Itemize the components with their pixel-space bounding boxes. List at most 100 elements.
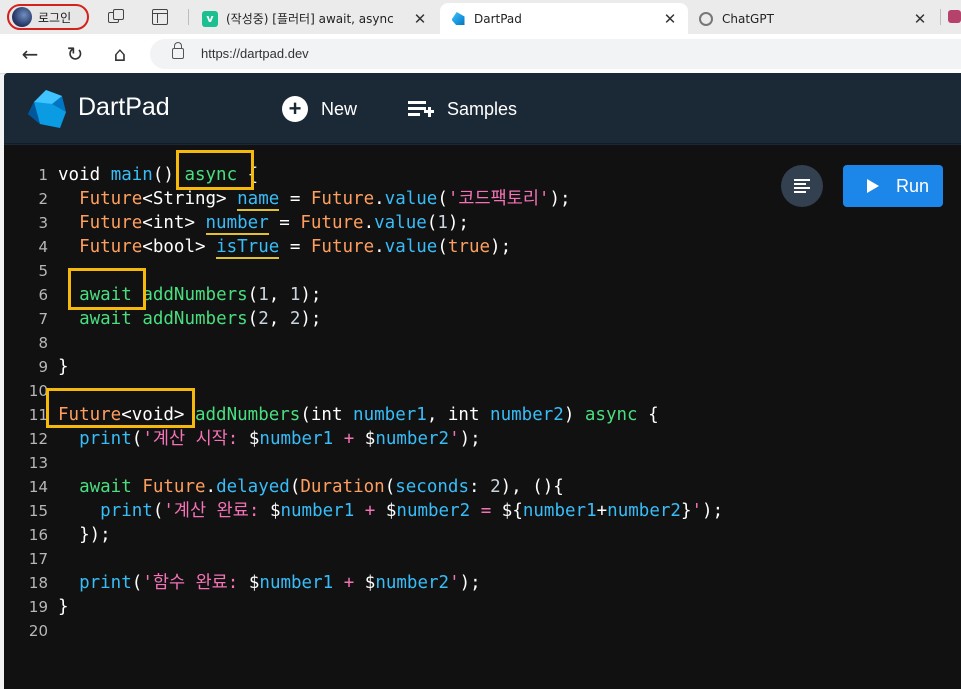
code-token: ' bbox=[449, 573, 460, 593]
line-number: 2 bbox=[38, 190, 48, 208]
code-token: name bbox=[237, 189, 280, 211]
line-content: print('계산 시작: $number1 + $number2'); bbox=[58, 427, 481, 451]
lock-icon[interactable] bbox=[172, 42, 184, 59]
code-token: ( bbox=[131, 429, 143, 449]
code-token: 2 bbox=[490, 477, 501, 497]
code-token: int bbox=[447, 405, 480, 425]
code-token: ); bbox=[490, 237, 512, 257]
add-circle-icon: + bbox=[282, 96, 308, 122]
tab-chatgpt[interactable]: ChatGPT ✕ bbox=[688, 3, 938, 34]
code-token: 1 bbox=[437, 213, 448, 233]
back-arrow-icon[interactable]: ← bbox=[18, 42, 42, 66]
profile-label: 로그인 bbox=[38, 10, 72, 25]
workspaces-icon[interactable] bbox=[108, 9, 124, 25]
code-token: print bbox=[100, 501, 153, 521]
line-number: 15 bbox=[28, 502, 48, 520]
line-number: 8 bbox=[38, 334, 48, 352]
code-editor[interactable]: 1 void main() async {2 Future<String> nam… bbox=[4, 145, 961, 689]
code-token: 2 bbox=[289, 309, 301, 329]
avatar bbox=[12, 7, 32, 27]
line-number: 3 bbox=[38, 214, 48, 232]
code-token: } bbox=[58, 357, 69, 377]
close-icon[interactable]: ✕ bbox=[910, 10, 930, 28]
code-token: seconds bbox=[395, 477, 469, 497]
tab-title: DartPad bbox=[474, 11, 522, 26]
line-number: 6 bbox=[38, 286, 48, 304]
url-text[interactable]: https://dartpad.dev bbox=[201, 46, 309, 61]
line-number: 9 bbox=[38, 358, 48, 376]
code-token: number1 bbox=[259, 573, 334, 593]
code-token: void bbox=[58, 165, 111, 185]
code-token: async bbox=[184, 165, 238, 185]
line-content: Future<void> addNumbers(int number1, int… bbox=[58, 403, 659, 427]
line-number: 19 bbox=[28, 598, 48, 616]
home-icon[interactable]: ⌂ bbox=[108, 42, 132, 66]
code-token: ); bbox=[300, 285, 322, 305]
chatgpt-icon bbox=[698, 11, 714, 27]
code-token: number1 bbox=[280, 501, 355, 521]
app-title: DartPad bbox=[78, 93, 170, 121]
code-token: . bbox=[374, 189, 385, 209]
code-token: $ bbox=[269, 501, 281, 521]
new-button[interactable]: + New bbox=[282, 95, 357, 123]
reload-icon[interactable]: ↻ bbox=[63, 42, 87, 66]
format-button[interactable] bbox=[781, 165, 823, 207]
code-token: () bbox=[152, 165, 185, 185]
code-token: await bbox=[79, 285, 132, 305]
code-token: 1 bbox=[289, 285, 301, 305]
code-token: number2 bbox=[396, 501, 471, 521]
code-token: + bbox=[354, 501, 386, 521]
code-token: ' bbox=[691, 501, 703, 521]
code-token: ); bbox=[459, 573, 481, 593]
close-icon[interactable]: ✕ bbox=[410, 10, 430, 28]
code-token: , bbox=[426, 405, 448, 425]
run-button[interactable]: Run bbox=[843, 165, 943, 207]
url-field[interactable]: https://dartpad.dev bbox=[150, 39, 961, 69]
app-header: DartPad + New Samples bbox=[4, 73, 961, 144]
code-token: number2 bbox=[375, 573, 450, 593]
code-token: number1 bbox=[353, 405, 427, 425]
line-content: await addNumbers(2, 2); bbox=[58, 307, 321, 331]
tab-blog-draft[interactable]: v (작성중) [플러터] await, async ✕ bbox=[192, 3, 438, 34]
code-token: = bbox=[268, 213, 301, 233]
code-token: Duration bbox=[300, 477, 385, 497]
code-token: . bbox=[374, 237, 385, 257]
tab-dartpad[interactable]: DartPad ✕ bbox=[440, 3, 688, 34]
line-number: 1 bbox=[38, 166, 48, 184]
code-token: number2 bbox=[375, 429, 450, 449]
code-token: <int> bbox=[142, 213, 206, 233]
close-icon[interactable]: ✕ bbox=[660, 10, 680, 28]
browser-tab-bar: 로그인 v (작성중) [플러터] await, async ✕ DartPad… bbox=[0, 0, 961, 34]
line-content: }); bbox=[58, 523, 111, 547]
code-token: '계산 시작: bbox=[142, 429, 249, 449]
profile-button[interactable]: 로그인 bbox=[7, 4, 89, 30]
code-token: = bbox=[279, 237, 311, 257]
samples-button[interactable]: Samples bbox=[408, 95, 517, 123]
code-token: ( bbox=[131, 573, 143, 593]
code-token: Future bbox=[79, 213, 143, 233]
code-token: <void> bbox=[121, 405, 195, 425]
code-token: addNumbers bbox=[142, 285, 248, 305]
tab-favicon-icon[interactable] bbox=[948, 10, 961, 23]
samples-label: Samples bbox=[447, 98, 518, 119]
code-token: isTrue bbox=[216, 237, 280, 259]
code-token: ( bbox=[384, 477, 396, 497]
code-token: ( bbox=[247, 285, 259, 305]
playlist-add-icon bbox=[408, 99, 434, 119]
code-token: + bbox=[596, 501, 608, 521]
code-token: $ bbox=[364, 429, 376, 449]
dart-logo-icon bbox=[28, 90, 66, 128]
code-token: <String> bbox=[142, 189, 238, 209]
code-token: '코드팩토리' bbox=[447, 189, 550, 209]
code-token: ); bbox=[702, 501, 724, 521]
new-label: New bbox=[321, 98, 358, 119]
tab-actions-icon[interactable] bbox=[152, 9, 168, 25]
code-token: number2 bbox=[490, 405, 564, 425]
code-token: Future bbox=[300, 213, 364, 233]
code-token: Future bbox=[58, 405, 122, 425]
code-token: Future bbox=[142, 477, 206, 497]
